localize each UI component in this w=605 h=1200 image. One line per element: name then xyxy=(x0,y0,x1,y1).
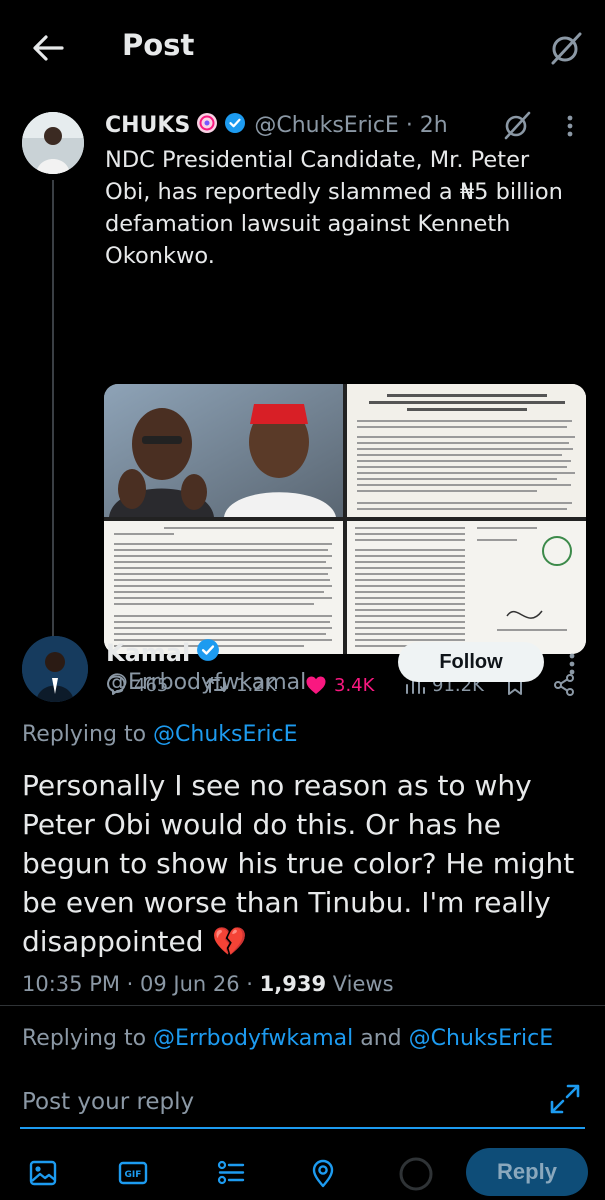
media-document-2[interactable] xyxy=(104,521,343,654)
arrow-left-icon xyxy=(33,35,64,61)
more-vertical-icon xyxy=(567,115,573,137)
author-name[interactable]: CHUKS xyxy=(105,113,190,138)
divider xyxy=(0,1005,605,1006)
media-document-3[interactable] xyxy=(347,521,586,654)
image-icon xyxy=(29,1160,57,1186)
composer-and-label: and xyxy=(353,1026,409,1051)
spiral-badge-icon xyxy=(196,112,218,138)
top-bar: Post xyxy=(0,0,605,100)
replying-to: Replying to @ChuksEricE xyxy=(22,722,298,747)
post-timestamp: 10:35 PM · 09 Jun 26 · xyxy=(22,972,260,996)
verified-badge-icon xyxy=(224,112,246,138)
media-grid[interactable] xyxy=(104,384,586,654)
location-pin-icon xyxy=(312,1159,334,1188)
post-meta: 10:35 PM · 09 Jun 26 · 1,939 Views xyxy=(22,972,394,996)
follow-button[interactable]: Follow xyxy=(398,642,544,682)
like-count: 3.4K xyxy=(334,674,375,696)
add-location-button[interactable] xyxy=(308,1158,338,1188)
avatar[interactable] xyxy=(22,636,88,702)
post-header: CHUKS @ChuksEricE · 2h xyxy=(105,110,448,140)
reply-input[interactable] xyxy=(22,1084,522,1120)
reply-more-options-button[interactable] xyxy=(558,650,586,678)
reply-author-handle[interactable]: @Errbodyfwkamal xyxy=(106,670,306,695)
composer-replying-to: Replying to @Errbodyfwkamal and @ChuksEr… xyxy=(22,1026,553,1051)
reply-button[interactable]: Reply xyxy=(466,1148,588,1196)
composer-reply-to-2[interactable]: @ChuksEricE xyxy=(409,1026,554,1051)
more-vertical-icon xyxy=(569,653,575,675)
back-button[interactable] xyxy=(28,28,68,68)
more-options-button[interactable] xyxy=(556,112,584,140)
expand-composer-button[interactable] xyxy=(548,1082,582,1116)
verified-badge-icon xyxy=(196,638,220,668)
poll-list-icon xyxy=(217,1160,245,1185)
heart-filled-icon xyxy=(306,676,326,694)
reply-author-name[interactable]: Kamal xyxy=(106,638,220,668)
composer-toolbar: GIF Reply xyxy=(0,1140,605,1200)
post-grok-button[interactable] xyxy=(500,108,534,142)
progress-ring-icon xyxy=(399,1157,433,1191)
composer-underline xyxy=(20,1127,585,1129)
thread-line xyxy=(52,180,54,642)
replying-to-label: Replying to xyxy=(22,722,154,747)
post-views-count[interactable]: 1,939 xyxy=(260,972,326,996)
add-gif-button[interactable]: GIF xyxy=(118,1158,148,1188)
grok-icon xyxy=(551,32,582,65)
replying-to-link[interactable]: @ChuksEricE xyxy=(153,722,298,747)
character-counter xyxy=(398,1156,434,1192)
composer-reply-to-1[interactable]: @Errbodyfwkamal xyxy=(153,1026,353,1051)
like-action[interactable]: 3.4K xyxy=(304,670,374,700)
media-photo-1[interactable] xyxy=(104,384,343,517)
page-title: Post xyxy=(122,28,195,62)
avatar[interactable] xyxy=(22,112,84,174)
composer-replying-label: Replying to xyxy=(22,1026,154,1051)
expand-icon xyxy=(550,1084,580,1114)
grok-icon xyxy=(504,111,531,140)
author-handle-time[interactable]: @ChuksEricE · 2h xyxy=(254,113,447,138)
add-image-button[interactable] xyxy=(28,1158,58,1188)
add-poll-button[interactable] xyxy=(216,1158,246,1188)
gif-label: GIF xyxy=(125,1170,142,1180)
reply-text: Personally I see no reason as to why Pet… xyxy=(22,769,575,958)
post-views-label: Views xyxy=(326,972,394,996)
media-document-1[interactable] xyxy=(347,384,586,517)
gif-icon: GIF xyxy=(118,1161,148,1185)
grok-button[interactable] xyxy=(548,30,584,66)
post-text: NDC Presidential Candidate, Mr. Peter Ob… xyxy=(105,147,563,269)
reply-author-name-text: Kamal xyxy=(106,639,191,667)
